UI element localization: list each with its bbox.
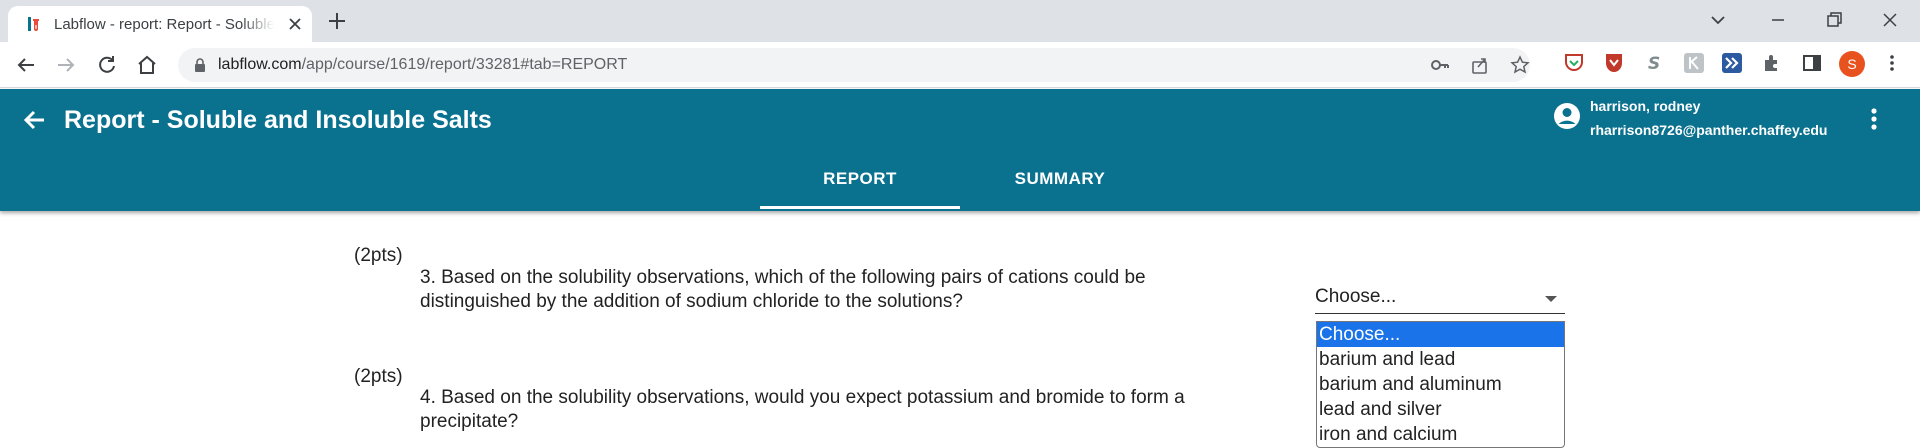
url-text[interactable]: labflow.com/app/course/1619/report/33281… (218, 56, 627, 74)
restore-icon[interactable] (1822, 8, 1846, 32)
extension-shield-icon[interactable] (1563, 52, 1585, 74)
answer-select[interactable]: Choose... (1315, 284, 1565, 314)
tab-summary[interactable]: SUMMARY (960, 157, 1160, 209)
reload-icon[interactable] (95, 53, 119, 77)
user-email: rharrison8726@panther.chaffey.edu (1590, 122, 1828, 138)
back-arrow-icon[interactable] (22, 107, 48, 133)
close-tab-icon[interactable] (286, 15, 304, 33)
lock-icon[interactable] (192, 57, 208, 73)
browser-tab-title: Labflow - report: Report - Soluble and I… (54, 16, 274, 33)
labflow-favicon-icon (28, 17, 39, 31)
caret-down-icon[interactable] (1545, 296, 1557, 302)
question-4-points: (2pts) (354, 366, 403, 387)
question-3-points: (2pts) (354, 245, 403, 266)
browser-tab[interactable]: Labflow - report: Report - Soluble and I… (8, 6, 312, 42)
tab-report[interactable]: REPORT (760, 157, 960, 209)
profile-initial: S (1847, 56, 1856, 72)
url-path: /app/course/1619/report/33281#tab=REPORT (301, 56, 628, 73)
answer-select-value: Choose... (1315, 286, 1397, 307)
profile-avatar[interactable]: S (1839, 51, 1865, 77)
key-icon[interactable] (1430, 55, 1450, 75)
svg-text:S: S (1648, 54, 1660, 74)
url-host: labflow.com (218, 56, 302, 73)
dropdown-option[interactable]: barium and lead (1317, 347, 1564, 372)
side-panel-icon[interactable] (1801, 52, 1823, 74)
question-3-text: 3. Based on the solubility observations,… (420, 267, 1146, 312)
dropdown-option[interactable]: barium and aluminum (1317, 372, 1564, 397)
browser-tab-strip: Labflow - report: Report - Soluble and I… (0, 0, 1920, 42)
extension-s-icon[interactable]: S (1643, 52, 1665, 74)
minimize-icon[interactable] (1766, 8, 1790, 32)
extension-gray-icon[interactable] (1683, 52, 1705, 74)
answer-dropdown-list: Choose... barium and lead barium and alu… (1316, 321, 1565, 448)
extension-forward-icon[interactable] (1721, 52, 1743, 74)
dropdown-option[interactable]: lead and silver (1317, 397, 1564, 422)
share-icon[interactable] (1470, 55, 1490, 75)
close-window-icon[interactable] (1878, 8, 1902, 32)
extension-red-shield-icon[interactable] (1603, 52, 1625, 74)
tab-search-icon[interactable] (1706, 8, 1730, 32)
address-bar[interactable]: labflow.com/app/course/1619/report/33281… (178, 48, 1530, 82)
page-title: Report - Soluble and Insoluble Salts (64, 106, 492, 134)
user-name: harrison, rodney (1590, 98, 1701, 114)
bookmark-star-icon[interactable] (1510, 55, 1530, 75)
dropdown-option[interactable]: iron and calcium (1317, 422, 1564, 447)
dropdown-option[interactable]: Choose... (1317, 322, 1564, 347)
question-4-text: 4. Based on the solubility observations,… (420, 387, 1185, 432)
back-icon[interactable] (14, 53, 38, 77)
home-icon[interactable] (135, 53, 159, 77)
browser-toolbar: labflow.com/app/course/1619/report/33281… (0, 42, 1920, 88)
extensions-puzzle-icon[interactable] (1761, 52, 1783, 74)
forward-icon[interactable] (54, 53, 78, 77)
app-header: Report - Soluble and Insoluble Salts har… (0, 89, 1920, 211)
chrome-menu-icon[interactable] (1881, 52, 1903, 74)
more-options-icon[interactable] (1862, 105, 1886, 133)
account-circle-icon[interactable] (1553, 102, 1581, 130)
new-tab-icon[interactable] (326, 10, 348, 32)
